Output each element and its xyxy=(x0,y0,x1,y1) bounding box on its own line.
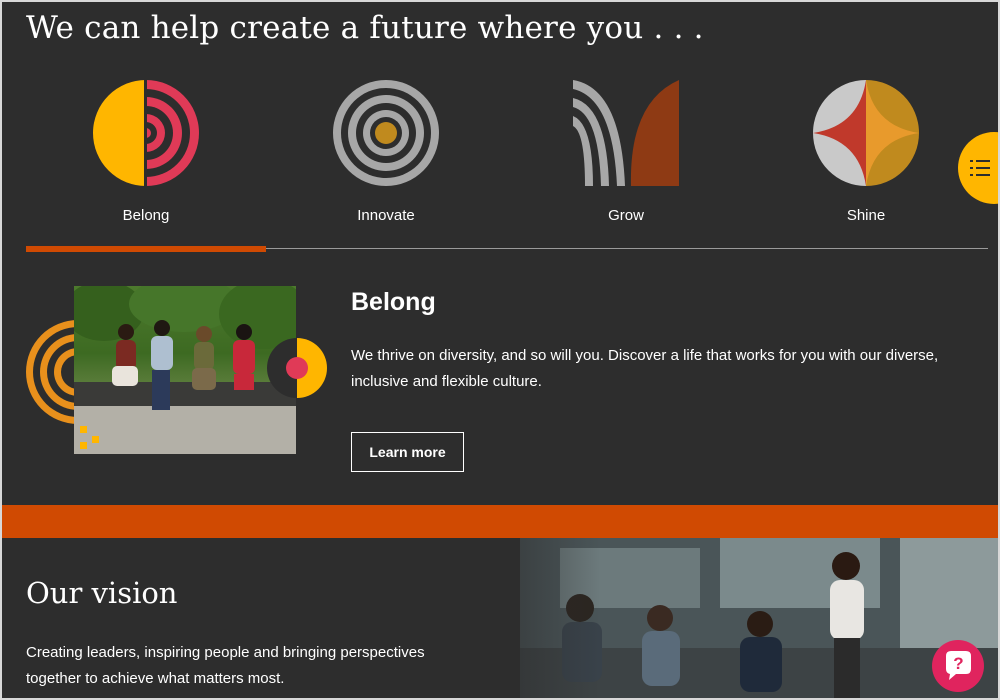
svg-text:?: ? xyxy=(953,654,963,673)
tab-belong[interactable]: Belong xyxy=(26,78,266,248)
orange-divider-band xyxy=(0,505,1000,538)
shine-icon xyxy=(813,80,919,186)
photo-gradient-overlay xyxy=(440,538,600,700)
tab-grow[interactable]: Grow xyxy=(506,78,746,248)
learn-more-button[interactable]: Learn more xyxy=(351,432,464,472)
half-circle-decoration-icon xyxy=(267,338,327,398)
feature-title: Belong xyxy=(351,288,436,316)
help-chat-button[interactable]: ? xyxy=(932,640,984,692)
help-chat-icon: ? xyxy=(946,651,971,680)
tab-innovate[interactable]: Innovate xyxy=(266,78,506,248)
innovate-icon xyxy=(333,80,439,186)
tab-label: Grow xyxy=(608,207,644,224)
tab-label: Shine xyxy=(846,207,886,224)
vision-title: Our vision xyxy=(26,576,178,610)
feature-description: We thrive on diversity, and so will you.… xyxy=(351,347,939,390)
belong-icon xyxy=(93,80,199,186)
list-icon xyxy=(970,160,990,176)
feature-illustration xyxy=(26,285,328,457)
tab-shine[interactable]: Shine xyxy=(746,78,986,248)
tab-label: Innovate xyxy=(357,207,415,224)
grow-icon xyxy=(573,80,679,186)
vision-text: Creating leaders, inspiring people and b… xyxy=(26,644,425,687)
vision-section: Our vision Creating leaders, inspiring p… xyxy=(0,538,1000,700)
team-photo xyxy=(74,286,296,454)
tab-active-indicator xyxy=(26,246,266,252)
tab-label: Belong xyxy=(122,207,170,224)
page-headline: We can help create a future where you . … xyxy=(26,10,704,46)
pillar-tabs: Belong Innovate Grow Shine xyxy=(26,78,988,254)
